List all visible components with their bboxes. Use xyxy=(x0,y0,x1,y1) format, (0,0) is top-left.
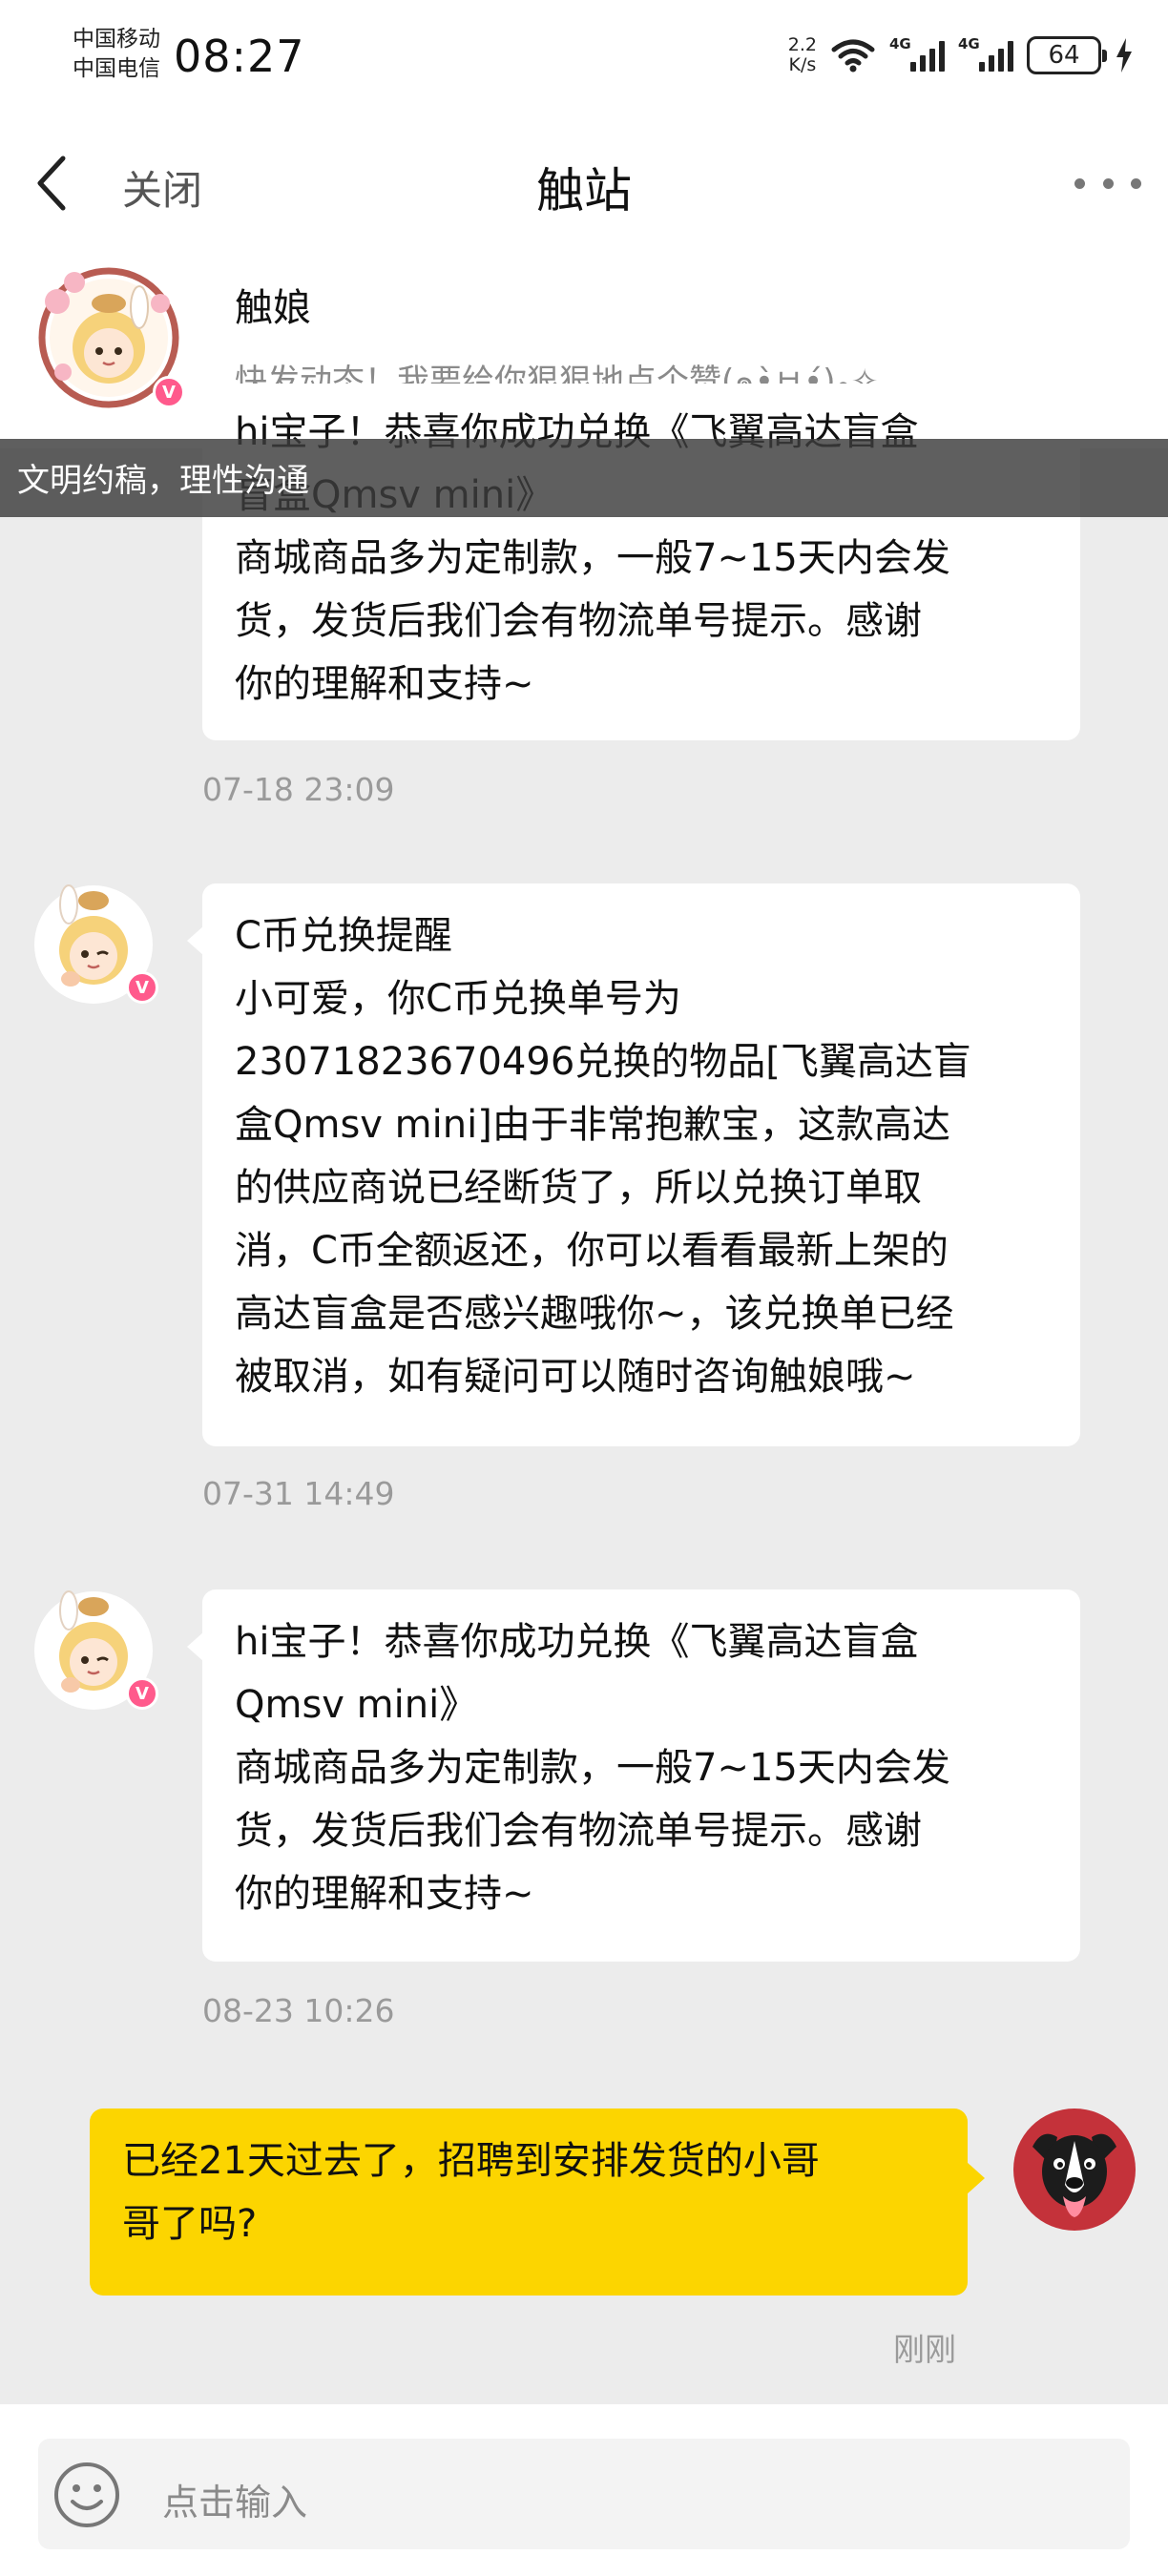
battery-icon: 64 xyxy=(1027,36,1107,74)
signal-icon: 4G xyxy=(958,35,1013,72)
message-line: C币兑换提醒 xyxy=(235,914,452,958)
carrier-names: 中国移动 中国电信 xyxy=(73,25,160,84)
charging-icon xyxy=(1116,38,1132,73)
message-line: 消，C币全额返还，你可以看看最新上架的 xyxy=(235,1229,949,1273)
more-options-button[interactable] xyxy=(1074,156,1141,210)
message-line: 商城商品多为定制款，一般7~15天内会发 xyxy=(235,536,950,580)
message-line: 小可爱，你C币兑换单号为 xyxy=(235,977,681,1021)
dot-icon xyxy=(1131,177,1141,189)
notice-text: 文明约稿，理性沟通 xyxy=(17,462,309,500)
message-bubble[interactable]: hi宝子！恭喜你成功兑换《飞翼高达盲盒 Qmsv mini》 商城商品多为定制款… xyxy=(187,1589,1080,1962)
message-timestamp: 07-18 23:09 xyxy=(202,771,395,808)
dot-icon xyxy=(1102,177,1114,189)
message-input[interactable]: 点击输入 xyxy=(38,2439,1130,2549)
status-clock: 08:27 xyxy=(174,31,305,82)
message-line: Qmsv mini》 xyxy=(235,1683,478,1727)
network-speed: 2.2 K/s xyxy=(787,34,817,75)
dot-icon xyxy=(1074,177,1085,189)
message-timestamp: 08-23 10:26 xyxy=(202,1992,395,2029)
notice-banner: 文明约稿，理性沟通 xyxy=(0,439,1168,517)
message-line: 盒Qmsv mini]由于非常抱歉宝，这款高达 xyxy=(235,1103,950,1147)
message-line: 你的理解和支持~ xyxy=(235,1872,534,1916)
carrier-2: 中国电信 xyxy=(73,56,160,81)
verified-badge: V xyxy=(153,376,185,408)
message-line: 的供应商说已经断货了，所以兑换订单取 xyxy=(235,1166,922,1210)
message-timestamp: 07-31 14:49 xyxy=(202,1475,395,1512)
page-title: 触站 xyxy=(536,163,632,218)
my-avatar[interactable] xyxy=(1013,2109,1136,2231)
smiley-icon xyxy=(54,2462,119,2527)
message-line: 23071823670496兑换的物品[飞翼高达盲 xyxy=(235,1040,971,1084)
message-line: 商城商品多为定制款，一般7~15天内会发 xyxy=(235,1746,950,1790)
message-line: 货，发货后我们会有物流单号提示。感谢 xyxy=(235,1809,922,1853)
message-bubble[interactable]: hi宝子！恭喜你成功兑换《飞翼高达盲盒 盲盒Qmsv mini》 商城商品多为定… xyxy=(202,384,1080,740)
my-message-bubble[interactable]: 已经21天过去了，招聘到安排发货的小哥 哥了吗? xyxy=(90,2109,985,2296)
message-line: 哥了吗? xyxy=(122,2202,258,2246)
message-bubble[interactable]: C币兑换提醒 小可爱，你C币兑换单号为 23071823670496兑换的物品[… xyxy=(187,883,1080,1446)
profile-avatar[interactable]: V xyxy=(36,265,185,410)
input-placeholder: 点击输入 xyxy=(162,2482,308,2524)
verified-badge: V xyxy=(126,1677,158,1710)
message-line: 高达盲盒是否感兴趣哦你~，该兑换单已经 xyxy=(235,1292,954,1336)
message-line: 被取消，如有疑问可以随时咨询触娘哦~ xyxy=(235,1355,916,1399)
wifi-icon xyxy=(831,39,875,73)
message-line: 货，发货后我们会有物流单号提示。感谢 xyxy=(235,599,922,643)
carrier-1: 中国移动 xyxy=(73,27,160,52)
message-line: 已经21天过去了，招聘到安排发货的小哥 xyxy=(122,2139,820,2183)
status-icons: 2.2 K/s 4G 4G 64 xyxy=(788,32,1134,78)
nav-bar: 关闭 触站 xyxy=(0,114,1168,248)
message-timestamp: 刚刚 xyxy=(893,2331,956,2368)
dog-avatar-icon xyxy=(1013,2109,1136,2231)
signal-icon: 4G xyxy=(889,35,945,72)
input-bar: 点击输入 xyxy=(0,2404,1168,2576)
message-line: hi宝子！恭喜你成功兑换《飞翼高达盲盒 xyxy=(235,1620,919,1664)
status-bar: 中国移动 中国电信 08:27 2.2 K/s 4G 4G 64 xyxy=(0,0,1168,114)
verified-badge: V xyxy=(126,971,158,1004)
sender-avatar[interactable]: V xyxy=(32,1589,158,1712)
profile-name: 触娘 xyxy=(235,286,311,330)
message-line: 你的理解和支持~ xyxy=(235,662,534,706)
sender-avatar[interactable]: V xyxy=(32,883,158,1006)
emoji-button[interactable] xyxy=(52,2460,122,2530)
